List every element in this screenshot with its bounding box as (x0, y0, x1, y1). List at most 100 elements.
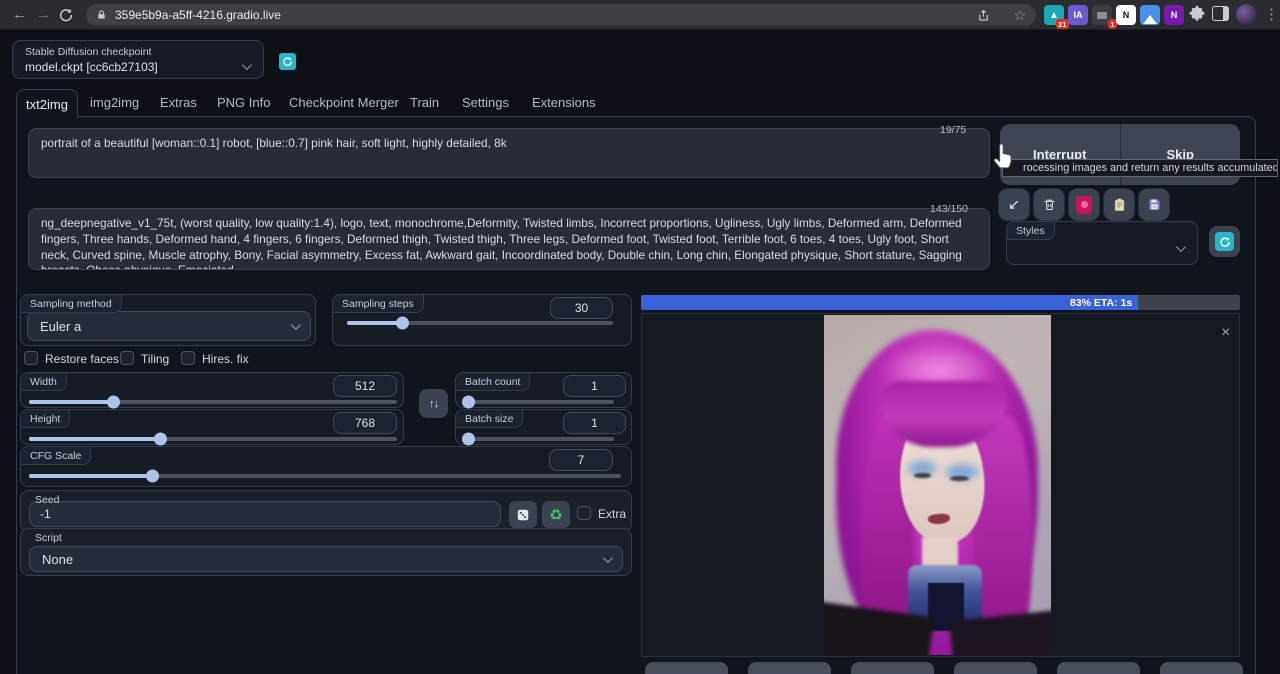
batch-count-label: Batch count (456, 373, 530, 391)
output-action-button[interactable] (954, 662, 1037, 674)
reuse-seed-button[interactable]: ♻ (542, 501, 570, 528)
batch-size-label: Batch size (456, 410, 523, 428)
height-label: Height (21, 410, 70, 428)
prompt-counter: 19/75 (940, 124, 966, 136)
tab-png-info[interactable]: PNG Info (217, 95, 270, 110)
script-block: Script None (20, 528, 632, 576)
save-style-button[interactable] (1138, 188, 1170, 221)
tab-extensions[interactable]: Extensions (532, 95, 596, 110)
styles-dropdown[interactable]: Styles (1006, 221, 1198, 265)
extension-timer-badge: 21 (1056, 19, 1069, 29)
restore-faces-checkbox[interactable]: Restore faces (24, 350, 119, 368)
extension-onenote-icon[interactable]: N (1164, 5, 1184, 25)
progress-text: 83% ETA: 1s (1070, 297, 1138, 309)
extensions-puzzle-icon[interactable] (1188, 5, 1206, 23)
browser-menu-icon[interactable]: ⋮ (1264, 4, 1279, 26)
tab-extras[interactable]: Extras (160, 95, 197, 110)
negative-prompt-input[interactable]: ng_deepnegative_v1_75t, (worst quality, … (28, 208, 990, 270)
extension-camera-icon[interactable]: 1 (1092, 5, 1112, 25)
clear-prompt-button[interactable] (1033, 188, 1065, 221)
lock-icon (96, 9, 107, 21)
chevron-down-icon (242, 60, 252, 70)
hires-fix-checkbox[interactable]: Hires. fix (181, 350, 249, 368)
seed-extra-label: Extra (598, 507, 626, 521)
batch-count-input[interactable] (563, 375, 626, 397)
output-action-button[interactable] (851, 662, 934, 674)
batch-size-slider[interactable] (464, 437, 614, 441)
mouse-cursor (990, 141, 1018, 173)
apply-styles-button[interactable] (1103, 188, 1135, 221)
checkbox-icon (24, 351, 38, 365)
width-slider[interactable] (29, 400, 397, 404)
height-slider[interactable] (29, 437, 397, 441)
swap-dimensions-button[interactable]: ↑↓ (419, 389, 448, 418)
height-input[interactable] (333, 412, 397, 434)
seed-block: Seed ♻ Extra (20, 490, 632, 532)
cfg-scale-block: CFG Scale (20, 446, 632, 487)
tab-checkpoint-merger[interactable]: Checkpoint Merger (289, 95, 399, 110)
chevron-down-icon (603, 553, 613, 563)
browser-toolbar: ← → 359e5b9a-a5ff-4216.gradio.live ☆ ▲ 2… (0, 0, 1280, 30)
width-input[interactable] (333, 375, 397, 397)
cfg-scale-slider[interactable] (29, 474, 621, 478)
script-label: Script (21, 529, 62, 544)
checkpoint-refresh-button[interactable] (279, 53, 296, 70)
sampling-method-select[interactable]: Euler a (27, 311, 311, 341)
interrupt-tooltip: rocessing images and return any results … (1002, 159, 1278, 177)
sidebar-panel-icon[interactable] (1212, 6, 1229, 21)
extension-image-icon[interactable] (1140, 5, 1160, 25)
extension-notion-icon[interactable]: N (1116, 5, 1136, 25)
chevron-down-icon (1176, 242, 1186, 252)
browser-back-icon[interactable]: ← (12, 4, 27, 26)
dice-icon (516, 508, 530, 522)
output-action-button[interactable] (645, 662, 728, 674)
tab-txt2img[interactable]: txt2img (16, 89, 78, 118)
tab-img2img[interactable]: img2img (90, 95, 139, 110)
seed-input[interactable] (29, 501, 501, 527)
address-bar[interactable]: 359e5b9a-a5ff-4216.gradio.live ☆ (86, 4, 1036, 26)
paste-generation-params-button[interactable]: ↙ (998, 188, 1030, 221)
batch-size-input[interactable] (563, 412, 626, 434)
cfg-scale-input[interactable] (549, 449, 613, 471)
checkpoint-label: Stable Diffusion checkpoint (25, 46, 151, 58)
output-action-button[interactable] (1057, 662, 1140, 674)
hires-fix-label: Hires. fix (202, 352, 249, 366)
share-icon[interactable] (976, 8, 991, 23)
output-action-button[interactable] (748, 662, 831, 674)
app-window: ← → 359e5b9a-a5ff-4216.gradio.live ☆ ▲ 2… (0, 0, 1280, 674)
extension-ia-icon[interactable]: IA (1068, 5, 1088, 25)
sampling-method-value: Euler a (40, 319, 291, 334)
browser-reload-icon[interactable] (58, 7, 74, 23)
script-select[interactable]: None (29, 546, 623, 572)
seed-extra-checkbox[interactable]: Extra (577, 505, 626, 523)
tab-settings[interactable]: Settings (462, 95, 509, 110)
negative-prompt-counter: 143/150 (930, 203, 968, 215)
close-image-icon[interactable]: × (1221, 324, 1230, 342)
seed-label: Seed (21, 491, 60, 506)
tiling-checkbox[interactable]: Tiling (120, 350, 169, 368)
sampling-method-block: Sampling method Euler a (20, 294, 316, 346)
floppy-disk-icon (1147, 197, 1162, 212)
restore-faces-label: Restore faces (45, 352, 119, 366)
script-value: None (42, 552, 603, 567)
extra-networks-button[interactable] (1068, 188, 1100, 221)
tab-train[interactable]: Train (410, 95, 439, 110)
profile-avatar[interactable] (1236, 4, 1257, 25)
extension-timer-icon[interactable]: ▲ 21 (1044, 5, 1064, 25)
cfg-scale-label: CFG Scale (21, 447, 91, 465)
random-seed-button[interactable] (509, 501, 537, 528)
sampling-steps-block: Sampling steps (332, 294, 632, 346)
width-block: Width (20, 372, 404, 408)
checkbox-icon (181, 351, 195, 365)
bookmark-star-icon[interactable]: ☆ (1013, 4, 1026, 26)
sampling-steps-input[interactable] (550, 297, 613, 319)
styles-refresh-button[interactable] (1209, 226, 1240, 257)
browser-forward-icon[interactable]: → (36, 4, 51, 26)
checkpoint-dropdown[interactable]: Stable Diffusion checkpoint model.ckpt [… (12, 40, 264, 79)
sampling-steps-label: Sampling steps (333, 295, 424, 313)
generated-image[interactable] (824, 315, 1051, 655)
prompt-input[interactable]: portrait of a beautiful [woman::0.1] rob… (28, 128, 990, 178)
output-action-button[interactable] (1160, 662, 1243, 674)
batch-count-slider[interactable] (464, 400, 614, 404)
sampling-steps-slider[interactable] (347, 321, 613, 325)
